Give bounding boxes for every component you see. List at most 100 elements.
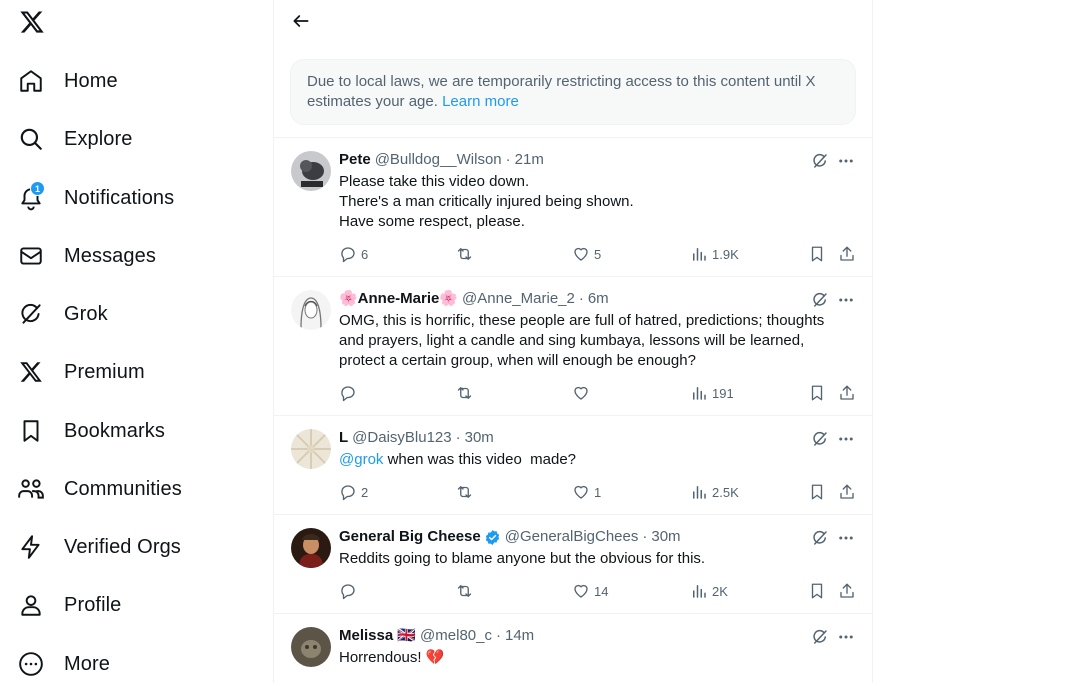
more-options-icon[interactable]	[836, 528, 856, 548]
views-button[interactable]: 2.5K	[690, 482, 739, 502]
retweet-button[interactable]	[455, 581, 478, 601]
reply-icon	[341, 584, 355, 600]
retweet-button[interactable]	[455, 244, 478, 264]
view-count: 2K	[712, 583, 728, 599]
avatar[interactable]	[291, 151, 331, 191]
grok-icon[interactable]	[810, 290, 830, 310]
handle[interactable]: @DaisyBlu123	[352, 428, 451, 448]
avatar[interactable]	[291, 429, 331, 469]
avatar[interactable]	[291, 627, 331, 667]
avatar[interactable]	[291, 528, 331, 568]
reply-tweet[interactable]: L @DaisyBlu123 · 30m @grok when was this…	[274, 416, 872, 515]
tweet-actions: 191	[339, 383, 859, 403]
bookmark-button[interactable]	[808, 581, 826, 601]
tweet-text: Horrendous! 💔	[339, 649, 445, 666]
view-count: 2.5K	[712, 484, 739, 500]
tweet-text: @grok when was this video made?	[339, 450, 839, 470]
more-options-icon[interactable]	[836, 151, 856, 171]
reply-count: 6	[361, 246, 369, 262]
nav-label: Verified Orgs	[64, 535, 181, 558]
tweet-text: OMG, this is horrific, these people are …	[339, 312, 825, 369]
retweet-button[interactable]	[455, 383, 478, 403]
like-button[interactable]	[572, 383, 594, 403]
more-options-icon[interactable]	[836, 429, 856, 449]
tweet-actions: 2 1 2.5K	[339, 482, 859, 502]
timestamp[interactable]: 21m	[515, 150, 544, 170]
retweet-button[interactable]	[455, 482, 478, 502]
x-logo-icon[interactable]	[16, 6, 48, 38]
like-button[interactable]: 5	[572, 244, 601, 264]
nav-premium[interactable]: Premium	[16, 350, 145, 394]
views-button[interactable]: 1.9K	[690, 244, 739, 264]
reply-button[interactable]: 6	[339, 244, 368, 264]
reply-button[interactable]: 2	[339, 482, 368, 502]
like-button[interactable]: 14	[572, 581, 608, 601]
views-button[interactable]: 2K	[690, 581, 728, 601]
retweet-icon	[457, 248, 472, 260]
like-button[interactable]: 1	[572, 482, 601, 502]
back-arrow-icon[interactable]	[288, 8, 314, 34]
timestamp[interactable]: 30m	[651, 527, 680, 547]
share-button[interactable]	[838, 383, 856, 403]
handle[interactable]: @Anne_Marie_2	[462, 289, 575, 309]
bookmark-button[interactable]	[808, 482, 826, 502]
bookmark-button[interactable]	[808, 244, 826, 264]
display-name[interactable]: Pete	[339, 150, 371, 170]
reply-count: 2	[361, 484, 369, 500]
like-count: 14	[594, 583, 609, 599]
nav-communities[interactable]: Communities	[16, 467, 182, 511]
nav-grok[interactable]: Grok	[16, 292, 108, 336]
handle[interactable]: @mel80_c	[420, 626, 492, 646]
handle[interactable]: @GeneralBigChees	[505, 527, 639, 547]
share-button[interactable]	[838, 482, 856, 502]
nav-profile[interactable]: Profile	[16, 583, 121, 627]
more-options-icon[interactable]	[836, 627, 856, 647]
reply-tweet[interactable]: Melissa 🇬🇧 @mel80_c · 14m Horrendous! 💔	[274, 614, 872, 683]
grok-icon[interactable]	[810, 429, 830, 449]
grok-icon[interactable]	[810, 151, 830, 171]
nav-home[interactable]: Home	[16, 59, 118, 103]
timestamp[interactable]: 14m	[505, 626, 534, 646]
nav-more[interactable]: More	[16, 642, 110, 686]
x-logo-icon	[16, 357, 46, 387]
share-button[interactable]	[838, 244, 856, 264]
display-name[interactable]: L	[339, 428, 348, 448]
reply-tweet[interactable]: Pete @Bulldog__Wilson · 21m Please take …	[274, 138, 872, 277]
reply-button[interactable]	[339, 581, 361, 601]
tweet-text-body: when was this video made?	[383, 451, 577, 468]
more-options-icon[interactable]	[836, 290, 856, 310]
avatar[interactable]	[291, 290, 331, 330]
share-button[interactable]	[838, 581, 856, 601]
display-name[interactable]: General Big Cheese	[339, 527, 481, 547]
nav-messages[interactable]: Messages	[16, 234, 156, 278]
tweet-header: Melissa 🇬🇧 @mel80_c · 14m	[339, 626, 534, 646]
lightning-icon	[16, 532, 46, 562]
separator-dot: ·	[495, 627, 501, 644]
timestamp[interactable]: 6m	[588, 289, 609, 309]
bell-icon: 1	[16, 181, 46, 213]
nav-label: Grok	[64, 302, 108, 325]
learn-more-link[interactable]: Learn more	[442, 93, 519, 110]
nav-notifications[interactable]: 1 Notifications	[16, 176, 174, 220]
mention-link[interactable]: @grok	[339, 451, 383, 468]
display-name[interactable]: 🌸Anne-Marie🌸	[339, 289, 458, 309]
views-button[interactable]: 191	[690, 383, 734, 403]
heart-icon	[574, 584, 588, 598]
grok-icon[interactable]	[810, 627, 830, 647]
reply-tweet[interactable]: General Big Cheese @GeneralBigChees · 30…	[274, 515, 872, 614]
nav-explore[interactable]: Explore	[16, 117, 133, 161]
reply-tweet[interactable]: 🌸Anne-Marie🌸 @Anne_Marie_2 · 6m OMG, thi…	[274, 277, 872, 416]
timestamp[interactable]: 30m	[465, 428, 494, 448]
envelope-icon	[16, 241, 46, 271]
bookmark-button[interactable]	[808, 383, 826, 403]
nav-verified-orgs[interactable]: Verified Orgs	[16, 525, 181, 569]
nav-label: Communities	[64, 477, 182, 500]
nav-bookmarks[interactable]: Bookmarks	[16, 409, 165, 453]
bookmark-icon	[811, 484, 823, 500]
grok-icon[interactable]	[810, 528, 830, 548]
reply-button[interactable]	[339, 383, 361, 403]
handle[interactable]: @Bulldog__Wilson	[375, 150, 502, 170]
heart-icon	[574, 247, 588, 261]
display-name[interactable]: Melissa 🇬🇧	[339, 626, 416, 646]
share-icon	[840, 484, 854, 499]
